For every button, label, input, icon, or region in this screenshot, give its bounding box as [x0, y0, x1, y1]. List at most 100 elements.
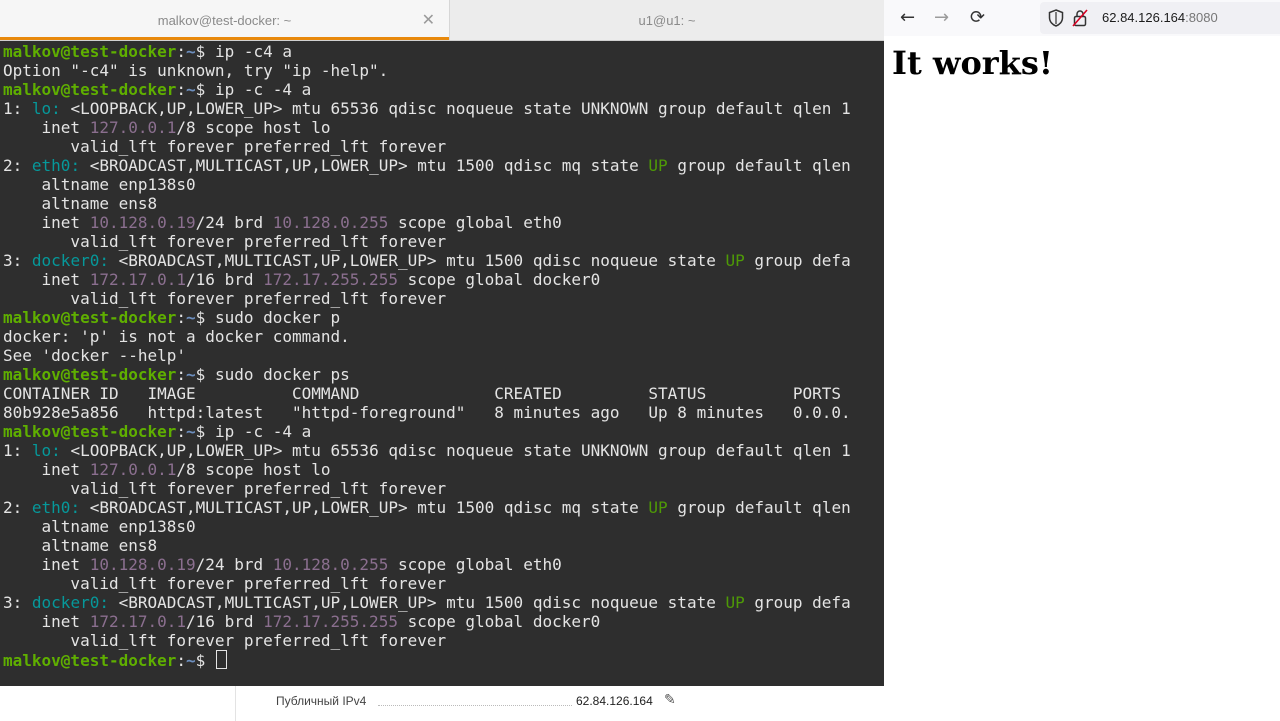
terminal-text: valid_lft forever preferred_lft forever	[3, 479, 447, 498]
terminal-text: lo:	[31, 99, 61, 118]
tab-title: u1@u1: ~	[638, 12, 696, 28]
terminal-line: Option "-c4" is unknown, try "ip -help".	[3, 61, 883, 80]
background-sidebar	[0, 684, 236, 721]
terminal-line: inet 172.17.0.1/16 brd 172.17.255.255 sc…	[3, 612, 883, 631]
terminal-text: /16 brd	[186, 612, 264, 631]
terminal-window: malkov@test-docker: ~ ✕ u1@u1: ~ malkov@…	[0, 0, 884, 686]
terminal-tab-malkov[interactable]: malkov@test-docker: ~ ✕	[0, 0, 450, 40]
terminal-line: malkov@test-docker:~$ sudo docker ps	[3, 365, 883, 384]
terminal-text: 10.128.0.19	[89, 555, 196, 574]
terminal-line: altname ens8	[3, 194, 883, 213]
terminal-text: 10.128.0.255	[272, 213, 389, 232]
terminal-text: eth0:	[31, 498, 81, 517]
terminal-text: :	[176, 42, 187, 61]
terminal-line: malkov@test-docker:~$ ip -c4 a	[3, 42, 883, 61]
terminal-text: eth0:	[31, 156, 81, 175]
terminal-line: 3: docker0: <BROADCAST,MULTICAST,UP,LOWE…	[3, 251, 883, 270]
terminal-line: altname enp138s0	[3, 175, 883, 194]
terminal-text: 2:	[3, 498, 32, 517]
terminal-text: UP	[648, 498, 668, 517]
shield-icon[interactable]	[1048, 9, 1064, 31]
terminal-text: scope global eth0	[388, 213, 562, 232]
terminal-text: docker0:	[31, 593, 109, 612]
terminal-line: docker: 'p' is not a docker command.	[3, 327, 883, 346]
terminal-text: group default qlen	[667, 498, 851, 517]
terminal-text: 10.128.0.19	[89, 213, 196, 232]
terminal-text: ~	[186, 365, 196, 384]
terminal-text: :	[176, 80, 187, 99]
terminal-text: scope global eth0	[388, 555, 562, 574]
close-icon[interactable]: ✕	[422, 10, 435, 30]
terminal-tab-u1[interactable]: u1@u1: ~	[450, 0, 884, 40]
terminal-line: valid_lft forever preferred_lft forever	[3, 137, 883, 156]
terminal-output[interactable]: malkov@test-docker:~$ ip -c4 a Option "-c…	[3, 42, 883, 682]
terminal-text: $ ip -c -4 a	[195, 422, 312, 441]
terminal-line: malkov@test-docker:~$ ip -c -4 a	[3, 422, 883, 441]
insecure-lock-icon[interactable]	[1072, 9, 1088, 31]
terminal-text: group defa	[744, 593, 851, 612]
terminal-text: :	[176, 308, 187, 327]
terminal-line: valid_lft forever preferred_lft forever	[3, 631, 883, 650]
terminal-text: :	[176, 365, 187, 384]
terminal-text: ~	[186, 422, 196, 441]
terminal-text: <BROADCAST,MULTICAST,UP,LOWER_UP> mtu 15…	[80, 156, 649, 175]
terminal-line: valid_lft forever preferred_lft forever	[3, 574, 883, 593]
terminal-text: $ sudo docker p	[195, 308, 341, 327]
terminal-text: altname ens8	[3, 536, 158, 555]
terminal-text: 172.17.255.255	[263, 270, 398, 289]
tab-title: malkov@test-docker: ~	[157, 12, 292, 28]
url-host: 62.84.126.164	[1102, 10, 1186, 25]
terminal-text: 172.17.255.255	[263, 612, 398, 631]
terminal-text: valid_lft forever preferred_lft forever	[3, 232, 447, 251]
terminal-line: inet 127.0.0.1/8 scope host lo	[3, 118, 883, 137]
browser-window: ← → ⟳ 62.84.126.164:8080 It works!	[884, 0, 1280, 721]
terminal-text: :	[176, 422, 187, 441]
terminal-tabbar: malkov@test-docker: ~ ✕ u1@u1: ~	[0, 0, 884, 41]
terminal-line: See 'docker --help'	[3, 346, 883, 365]
terminal-text: valid_lft forever preferred_lft forever	[3, 289, 447, 308]
reload-icon[interactable]: ⟳	[970, 8, 985, 28]
terminal-text: $ ip -c -4 a	[195, 80, 312, 99]
terminal-text: $ sudo docker ps	[195, 365, 350, 384]
terminal-text: 172.17.0.1	[89, 612, 187, 631]
terminal-text: inet	[3, 555, 90, 574]
terminal-text: altname ens8	[3, 194, 158, 213]
address-bar[interactable]: 62.84.126.164:8080	[1040, 2, 1280, 34]
terminal-text: 2:	[3, 156, 32, 175]
terminal-line: valid_lft forever preferred_lft forever	[3, 232, 883, 251]
terminal-text: /24 brd	[195, 213, 273, 232]
terminal-text: $ ip -c4 a	[195, 42, 292, 61]
terminal-text: ~	[186, 308, 196, 327]
terminal-text: 80b928e5a856 httpd:latest "httpd-foregro…	[3, 403, 851, 422]
terminal-text: <LOOPBACK,UP,LOWER_UP> mtu 65536 qdisc n…	[60, 99, 851, 118]
terminal-text: 1:	[3, 99, 32, 118]
active-tab-indicator	[0, 37, 449, 40]
url-port: :8080	[1185, 10, 1218, 25]
terminal-text: malkov@test-docker	[3, 651, 177, 670]
terminal-text: 1:	[3, 441, 32, 460]
terminal-text: valid_lft forever preferred_lft forever	[3, 574, 447, 593]
terminal-text: UP	[725, 251, 745, 270]
public-ipv4-row: Публичный IPv4 62.84.126.164 ✎	[276, 691, 696, 712]
terminal-line: inet 10.128.0.19/24 brd 10.128.0.255 sco…	[3, 555, 883, 574]
terminal-text: scope global docker0	[397, 270, 601, 289]
terminal-text: group defa	[744, 251, 851, 270]
terminal-line: valid_lft forever preferred_lft forever	[3, 289, 883, 308]
terminal-text: $	[195, 651, 215, 670]
forward-arrow-icon[interactable]: →	[934, 8, 949, 28]
terminal-text: lo:	[31, 441, 61, 460]
terminal-text: <LOOPBACK,UP,LOWER_UP> mtu 65536 qdisc n…	[60, 441, 851, 460]
pencil-icon[interactable]: ✎	[664, 691, 676, 708]
terminal-text: ~	[186, 80, 196, 99]
terminal-text: 172.17.0.1	[89, 270, 187, 289]
url-text[interactable]: 62.84.126.164:8080	[1102, 10, 1218, 25]
terminal-line: 2: eth0: <BROADCAST,MULTICAST,UP,LOWER_U…	[3, 156, 883, 175]
terminal-line: 1: lo: <LOOPBACK,UP,LOWER_UP> mtu 65536 …	[3, 441, 883, 460]
terminal-text: docker0:	[31, 251, 109, 270]
terminal-text: inet	[3, 118, 90, 137]
terminal-text: malkov@test-docker	[3, 80, 177, 99]
terminal-line: CONTAINER ID IMAGE COMMAND CREATED STATU…	[3, 384, 883, 403]
terminal-text: /16 brd	[186, 270, 264, 289]
back-arrow-icon[interactable]: ←	[900, 8, 915, 28]
terminal-text: 3:	[3, 251, 32, 270]
